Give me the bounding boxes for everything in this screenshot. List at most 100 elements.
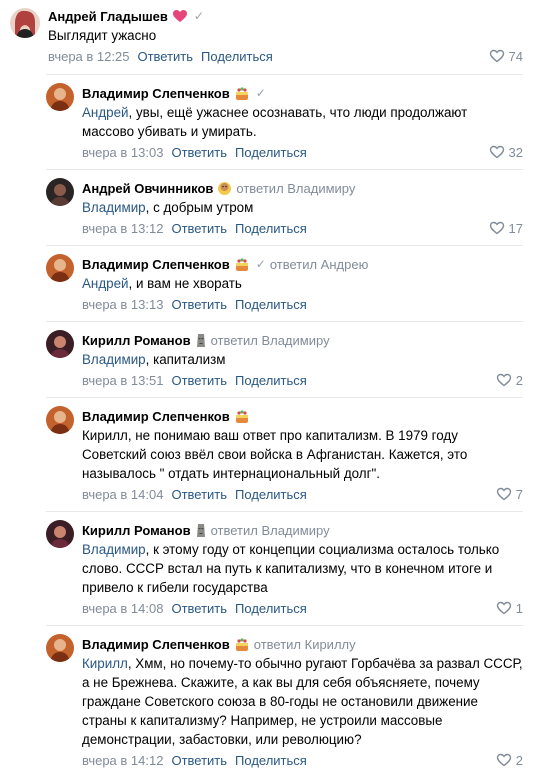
comment: Кирилл Романов ответил Владимиру Владими… — [0, 512, 535, 626]
verified-icon: ✓ — [255, 86, 266, 100]
moai-icon — [195, 523, 207, 538]
like-count: 1 — [515, 600, 523, 616]
like-button[interactable]: 2 — [496, 373, 523, 388]
like-icon — [489, 221, 504, 235]
reply-link[interactable]: Ответить — [171, 297, 227, 312]
mention-link[interactable]: Владимир — [82, 352, 146, 367]
cake-icon — [234, 86, 250, 101]
comment-date[interactable]: вчера в 14:12 — [82, 753, 163, 768]
like-icon — [489, 145, 504, 159]
comment-text: Выглядит ужасно — [48, 28, 157, 43]
comment: Владимир Слепченков Кирилл, не понимаю в… — [0, 398, 535, 512]
comment-text: Кирилл, Хмм, но почему-то обычно ругают … — [82, 656, 523, 747]
replied-to[interactable]: ответил Владимиру — [236, 181, 355, 196]
comment: Кирилл Романов ответил Владимиру Владими… — [0, 322, 535, 398]
author-name[interactable]: Кирилл Романов — [82, 523, 191, 538]
share-link[interactable]: Поделиться — [235, 753, 307, 768]
moai-icon — [195, 333, 207, 348]
comment-date[interactable]: вчера в 13:03 — [82, 145, 163, 160]
mention-link[interactable]: Владимир — [82, 200, 146, 215]
comment: Андрей Гладышев ✓ Выглядит ужасно вчера … — [0, 0, 535, 67]
share-link[interactable]: Поделиться — [235, 487, 307, 502]
author-name[interactable]: Владимир Слепченков — [82, 257, 230, 272]
comment-date[interactable]: вчера в 13:13 — [82, 297, 163, 312]
like-icon — [496, 487, 511, 501]
comment: Владимир Слепченков ✓ ответил Андрею Анд… — [0, 246, 535, 322]
mention-link[interactable]: Кирилл — [82, 656, 128, 671]
author-name[interactable]: Владимир Слепченков — [82, 409, 230, 424]
author-name[interactable]: Кирилл Романов — [82, 333, 191, 348]
comment: Владимир Слепченков ✓ Андрей, увы, ещё у… — [0, 74, 535, 170]
mention-link[interactable]: Андрей — [82, 105, 129, 120]
like-button[interactable]: 32 — [489, 145, 523, 160]
author-name[interactable]: Владимир Слепченков — [82, 86, 230, 101]
like-button[interactable]: 7 — [496, 487, 523, 502]
reply-link[interactable]: Ответить — [137, 49, 193, 64]
comment-text: Андрей, и вам не хворать — [82, 276, 242, 291]
avatar[interactable] — [10, 8, 40, 38]
share-link[interactable]: Поделиться — [235, 297, 307, 312]
avatar[interactable] — [46, 634, 74, 662]
comment: Владимир Слепченков ответил Кириллу Кири… — [0, 626, 535, 771]
like-button[interactable]: 17 — [489, 221, 523, 236]
like-count: 17 — [508, 220, 523, 236]
comment-date[interactable]: вчера в 14:08 — [82, 601, 163, 616]
comment-date[interactable]: вчера в 13:51 — [82, 373, 163, 388]
like-count: 2 — [515, 752, 523, 768]
reply-link[interactable]: Ответить — [171, 221, 227, 236]
like-count: 32 — [508, 144, 523, 160]
reply-link[interactable]: Ответить — [171, 373, 227, 388]
like-count: 2 — [515, 372, 523, 388]
replied-to[interactable]: ответил Андрею — [270, 257, 369, 272]
replied-to[interactable]: ответил Владимиру — [211, 523, 330, 538]
like-icon — [496, 601, 511, 615]
comment-text: Владимир, к этому году от концепции соци… — [82, 542, 500, 595]
reply-link[interactable]: Ответить — [171, 145, 227, 160]
like-icon — [489, 49, 504, 63]
mention-link[interactable]: Андрей — [82, 276, 129, 291]
like-count: 7 — [515, 486, 523, 502]
share-link[interactable]: Поделиться — [235, 601, 307, 616]
share-link[interactable]: Поделиться — [235, 373, 307, 388]
share-link[interactable]: Поделиться — [235, 221, 307, 236]
like-icon — [496, 753, 511, 767]
reply-link[interactable]: Ответить — [171, 487, 227, 502]
heart-icon — [172, 9, 188, 23]
verified-icon: ✓ — [255, 257, 266, 271]
author-name[interactable]: Владимир Слепченков — [82, 637, 230, 652]
avatar[interactable] — [46, 330, 74, 358]
cake-icon — [234, 409, 250, 424]
mention-link[interactable]: Владимир — [82, 542, 146, 557]
avatar[interactable] — [46, 406, 74, 434]
comment-text: Андрей, увы, ещё ужаснее осознавать, что… — [82, 105, 468, 139]
cake-icon — [234, 257, 250, 272]
reply-link[interactable]: Ответить — [171, 753, 227, 768]
avatar[interactable] — [46, 178, 74, 206]
like-icon — [496, 373, 511, 387]
avatar[interactable] — [46, 520, 74, 548]
comment-date[interactable]: вчера в 13:12 — [82, 221, 163, 236]
avatar[interactable] — [46, 83, 74, 111]
comment-text: Владимир, капитализм — [82, 352, 226, 367]
avatar[interactable] — [46, 254, 74, 282]
comment-text: Владимир, с добрым утром — [82, 200, 254, 215]
comment-text: Кирилл, не понимаю ваш ответ про капитал… — [82, 428, 468, 481]
like-count: 74 — [508, 48, 523, 64]
like-button[interactable]: 2 — [496, 753, 523, 768]
author-name[interactable]: Андрей Овчинников — [82, 181, 213, 196]
reply-link[interactable]: Ответить — [171, 601, 227, 616]
replied-to[interactable]: ответил Владимиру — [211, 333, 330, 348]
like-button[interactable]: 1 — [496, 601, 523, 616]
divider — [46, 74, 523, 75]
comment: Андрей Овчинников ответил Владимиру Влад… — [0, 170, 535, 246]
like-button[interactable]: 74 — [489, 49, 523, 64]
comment-date[interactable]: вчера в 12:25 — [48, 49, 129, 64]
replied-to[interactable]: ответил Кириллу — [254, 637, 356, 652]
share-link[interactable]: Поделиться — [201, 49, 273, 64]
author-name[interactable]: Андрей Гладышев — [48, 9, 168, 24]
comment-date[interactable]: вчера в 14:04 — [82, 487, 163, 502]
cake-icon — [234, 637, 250, 652]
face-icon — [217, 181, 232, 196]
verified-icon: ✓ — [193, 9, 204, 23]
share-link[interactable]: Поделиться — [235, 145, 307, 160]
